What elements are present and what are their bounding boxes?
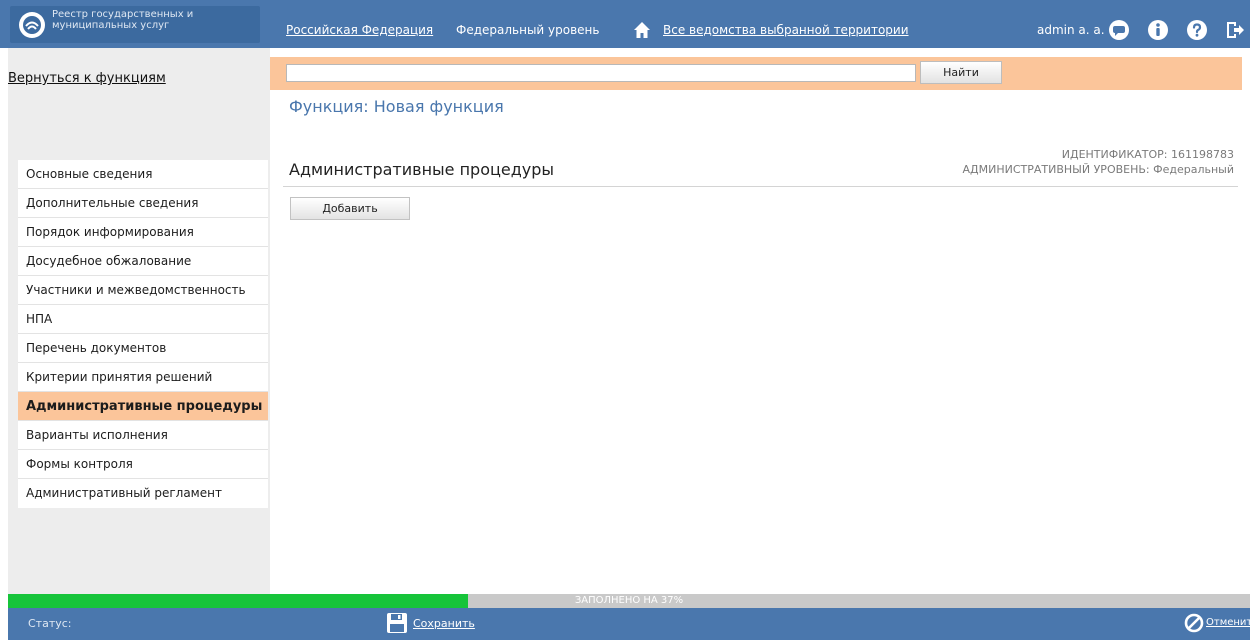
sidebar-item-regulation[interactable]: Административный регламент: [18, 479, 268, 508]
cancel-button[interactable]: Отменить: [1184, 612, 1250, 636]
info-icon[interactable]: [1147, 19, 1169, 41]
cancel-icon: [1184, 613, 1204, 633]
save-icon: [387, 613, 407, 633]
sidebar-menu: Основные сведения Дополнительные сведени…: [18, 160, 268, 508]
sidebar-item-documents[interactable]: Перечень документов: [18, 334, 268, 363]
sidebar-item-admin-procedures[interactable]: Административные процедуры: [18, 392, 268, 421]
status-label: Статус:: [28, 617, 72, 630]
section-title: Административные процедуры: [289, 160, 555, 179]
sidebar-item-appeal[interactable]: Досудебное обжалование: [18, 247, 268, 276]
footer-bar: Статус: Сохранить Отменить: [8, 608, 1250, 640]
back-to-functions-label: Вернуться к функциям: [8, 71, 166, 86]
sidebar-item-execution-variants[interactable]: Варианты исполнения: [18, 421, 268, 450]
sidebar-item-npa[interactable]: НПА: [18, 305, 268, 334]
departments-link[interactable]: Все ведомства выбранной территории: [663, 23, 909, 37]
territory-link[interactable]: Российская Федерация: [286, 23, 433, 37]
top-bar: Реестр государственных и муниципальных у…: [0, 0, 1250, 48]
sidebar-item-criteria[interactable]: Критерии принятия решений: [18, 363, 268, 392]
sidebar-item-additional-info[interactable]: Дополнительные сведения: [18, 189, 268, 218]
brand[interactable]: Реестр государственных и муниципальных у…: [10, 6, 260, 43]
section-divider: [283, 186, 1238, 187]
back-to-functions-link[interactable]: Вернуться к функциям: [8, 58, 270, 103]
help-icon[interactable]: [1186, 19, 1208, 41]
home-icon[interactable]: [633, 21, 651, 39]
sidebar-item-basic-info[interactable]: Основные сведения: [18, 160, 268, 189]
level-link[interactable]: Федеральный уровень: [456, 23, 599, 37]
search-input[interactable]: [286, 64, 916, 82]
completion-progress-bar: ЗАПОЛНЕНО НА 37%: [8, 594, 1250, 608]
sidebar-item-control-forms[interactable]: Формы контроля: [18, 450, 268, 479]
user-name[interactable]: admin a. a.: [1037, 23, 1105, 37]
search-button[interactable]: Найти: [920, 61, 1002, 84]
page-title: Функция: Новая функция: [289, 97, 504, 116]
logout-icon[interactable]: [1224, 19, 1246, 41]
sidebar-item-informing[interactable]: Порядок информирования: [18, 218, 268, 247]
sidebar: Вернуться к функциям Основные сведения Д…: [8, 48, 270, 594]
save-label: Сохранить: [413, 617, 475, 630]
add-button[interactable]: Добавить: [290, 197, 410, 220]
search-bar: Найти: [270, 57, 1242, 90]
brand-logo-icon: [19, 12, 45, 38]
cancel-label: Отменить: [1206, 617, 1250, 628]
chat-icon[interactable]: [1108, 19, 1130, 41]
sidebar-item-participants[interactable]: Участники и межведомственность: [18, 276, 268, 305]
admin-level-text: АДМИНИСТРАТИВНЫЙ УРОВЕНЬ: Федеральный: [962, 163, 1234, 176]
function-meta: ИДЕНТИФИКАТОР: 161198783 АДМИНИСТРАТИВНЫ…: [963, 147, 1234, 177]
progress-label: ЗАПОЛНЕНО НА 37%: [574, 595, 684, 606]
identifier-text: ИДЕНТИФИКАТОР: 161198783: [1061, 148, 1234, 161]
brand-title: Реестр государственных и муниципальных у…: [52, 9, 194, 31]
